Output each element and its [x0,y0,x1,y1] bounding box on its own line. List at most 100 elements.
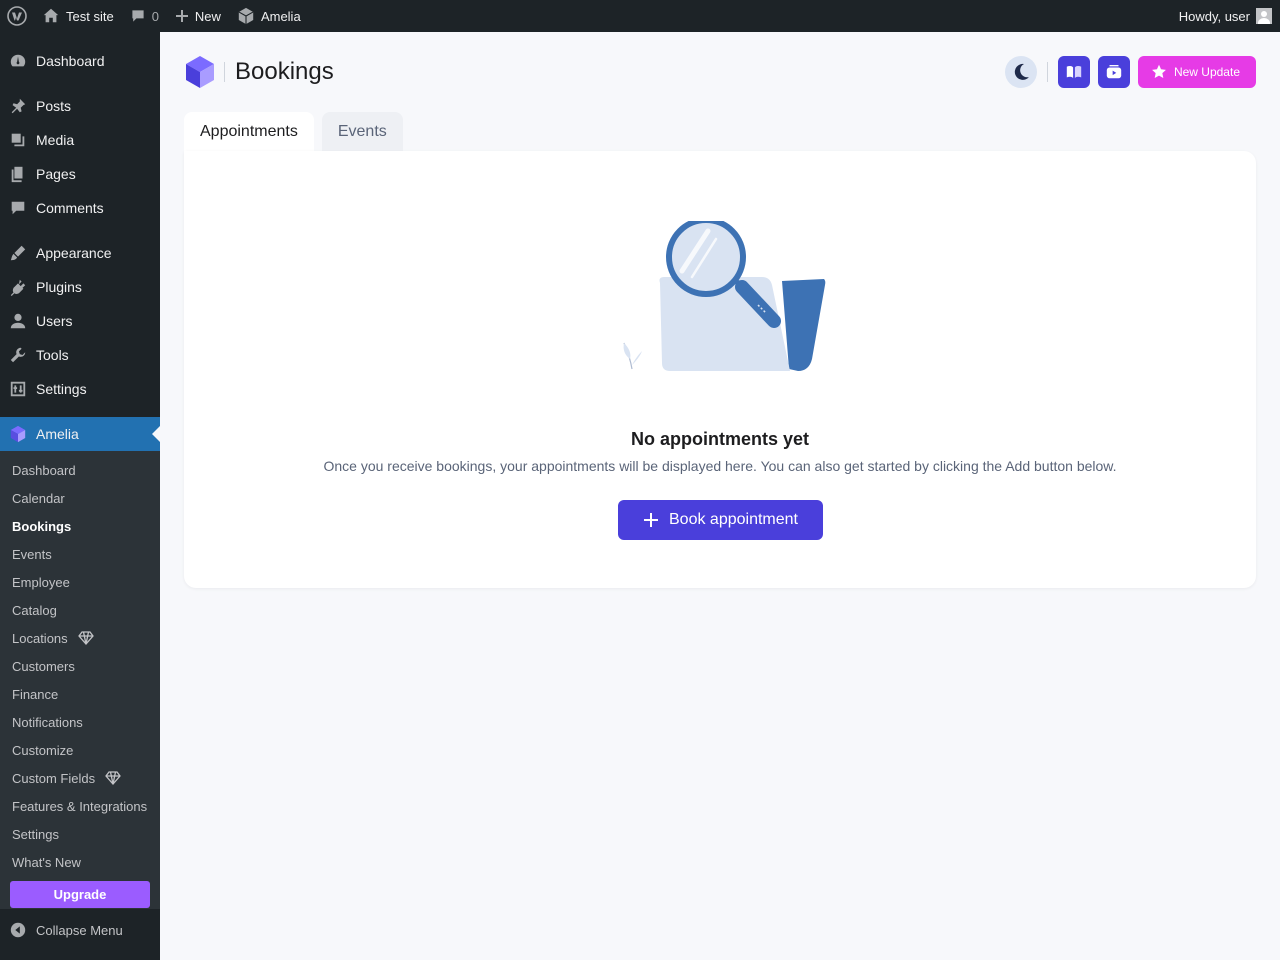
media-icon [11,133,25,147]
submenu-label: Settings [12,826,59,842]
sidebar-item-users[interactable]: Users [0,304,160,338]
submenu-settings[interactable]: Settings [12,824,59,844]
comment-icon [132,10,144,22]
sidebar-item-appearance[interactable]: Appearance [0,236,160,270]
avatar [1256,8,1272,24]
header-actions: New Update [1004,56,1256,88]
video-tutorials-button[interactable] [1097,56,1130,88]
sidebar-item-label: Comments [36,200,104,216]
book-appointment-button[interactable]: Book appointment [618,500,823,540]
sidebar-item-comments[interactable]: Comments [0,191,160,225]
moon-icon [1014,63,1029,80]
submenu-employee[interactable]: Employee [12,572,70,592]
sidebar-item-label: Plugins [36,279,82,295]
site-name-link[interactable]: Test site [34,0,122,32]
user-account-link[interactable]: Howdy, user [1171,0,1280,32]
sidebar-item-amelia[interactable]: Amelia [0,417,160,451]
submenu-notifications[interactable]: Notifications [12,712,83,732]
video-icon [1106,65,1122,79]
sidebar-item-label: Appearance [36,245,112,261]
admin-bar: Test site 0 New Amelia Howdy, user [0,0,1280,32]
tab-events[interactable]: Events [321,112,403,151]
plus-icon [175,10,188,22]
submenu-customers[interactable]: Customers [12,656,75,676]
pages-icon [11,166,23,183]
book-appointment-label: Book appointment [669,511,798,528]
amelia-logo-icon [186,56,214,88]
submenu-label: Finance [12,686,59,702]
sidebar-item-label: Pages [36,166,76,182]
greeting-text: Howdy, user [1178,8,1250,24]
book-icon [1066,66,1082,79]
sidebar-item-pages[interactable]: Pages [0,157,160,191]
submenu-dashboard[interactable]: Dashboard [12,460,76,480]
collapse-label: Collapse Menu [36,922,123,938]
site-name: Test site [66,8,114,24]
submenu-finance[interactable]: Finance [12,684,58,704]
submenu-label: Custom Fields [12,770,96,786]
submenu-locations[interactable]: Locations [12,628,94,648]
documentation-button[interactable] [1057,56,1090,88]
tab-appointments[interactable]: Appointments [184,112,314,151]
sidebar-item-label: Amelia [36,426,79,442]
comments-link[interactable]: 0 [122,0,167,32]
empty-state-title: No appointments yet [630,429,809,449]
plugin-icon [10,279,26,296]
empty-state-description: Once you receive bookings, your appointm… [323,458,1117,474]
sidebar-item-settings[interactable]: Settings [0,372,160,406]
submenu-label: Customers [12,658,75,674]
submenu-label: Employee [12,574,70,590]
page-title: Bookings [235,58,334,85]
submenu-label: Locations [12,630,68,646]
sidebar-item-posts[interactable]: Posts [0,89,160,123]
new-content-link[interactable]: New [167,0,229,32]
comments-count: 0 [151,8,159,24]
settings-icon [10,381,26,397]
empty-state-card: No appointments yet Once you receive boo… [184,151,1256,588]
submenu-label: Calendar [12,490,65,506]
sidebar-item-dashboard[interactable]: Dashboard [0,44,160,78]
sidebar-item-plugins[interactable]: Plugins [0,270,160,304]
sidebar-item-label: Users [36,313,73,329]
sidebar-item-media[interactable]: Media [0,123,160,157]
main-content: Bookings New Update Appointments Events [160,32,1280,960]
new-update-label: New Update [1173,65,1240,79]
submenu-label: Customize [12,742,74,758]
submenu-whats-new[interactable]: What's New [12,852,81,872]
submenu-label: What's New [12,854,81,870]
dark-mode-toggle[interactable] [1004,56,1037,88]
wordpress-logo-icon[interactable] [0,0,34,32]
submenu-label: Notifications [12,714,83,730]
submenu-calendar[interactable]: Calendar [12,488,65,508]
submenu-events[interactable]: Events [12,544,52,564]
submenu-custom-fields[interactable]: Custom Fields [12,768,121,788]
brand-divider [224,62,225,82]
sidebar-item-tools[interactable]: Tools [0,338,160,372]
submenu-label: Bookings [12,518,72,534]
pin-icon [11,98,26,114]
amelia-submenu: Dashboard Calendar Bookings Events Emplo… [0,451,160,909]
submenu-features-integrations[interactable]: Features & Integrations [12,796,147,816]
booking-tabs: Appointments Events [184,112,403,151]
sidebar-item-label: Tools [36,347,69,363]
collapse-menu-button[interactable]: Collapse Menu [0,912,160,948]
brush-icon [10,245,26,261]
upgrade-button[interactable]: Upgrade [10,881,150,908]
diamond-icon [105,771,121,785]
submenu-bookings[interactable]: Bookings [12,516,71,536]
sidebar-item-label: Dashboard [36,53,105,69]
comment-icon [11,201,25,215]
new-update-button[interactable]: New Update [1137,56,1256,88]
diamond-icon [77,631,94,645]
admin-sidebar: Dashboard Posts Media Pages Comments App… [0,32,160,960]
submenu-catalog[interactable]: Catalog [12,600,57,620]
submenu-label: Features & Integrations [12,798,148,814]
collapse-arrow-icon [10,922,26,938]
new-label: New [194,8,221,24]
amelia-adminbar-link[interactable]: Amelia [229,0,309,32]
sidebar-item-label: Settings [36,381,87,397]
user-icon [10,313,26,329]
submenu-customize[interactable]: Customize [12,740,73,760]
amelia-cube-icon [10,425,26,443]
submenu-label: Dashboard [12,462,76,478]
